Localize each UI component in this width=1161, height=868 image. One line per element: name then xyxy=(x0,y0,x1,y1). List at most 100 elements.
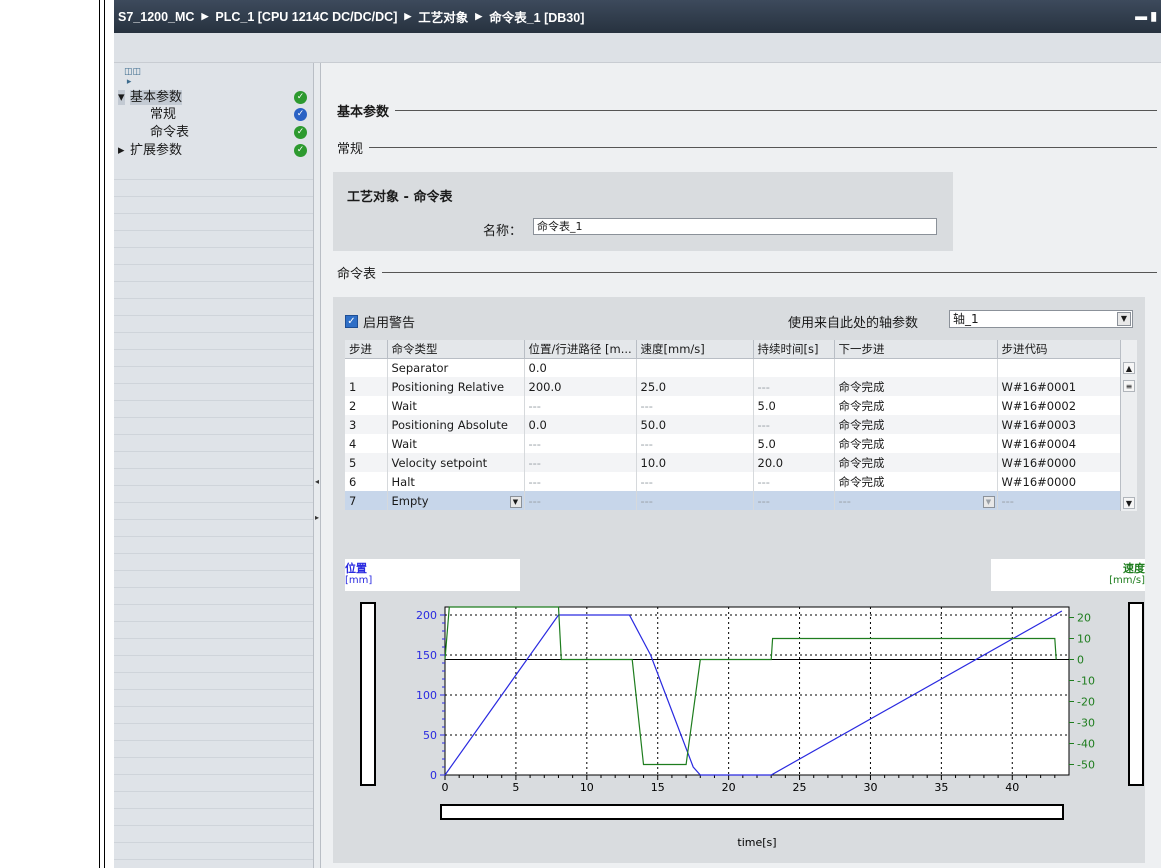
table-cell[interactable]: W#16#0004 xyxy=(997,434,1134,453)
table-cell[interactable]: W#16#0000 xyxy=(997,453,1134,472)
table-cell[interactable]: --- xyxy=(524,434,637,453)
name-input[interactable]: 命令表_1 xyxy=(533,218,937,235)
column-header[interactable]: 命令类型 xyxy=(387,340,525,359)
breadcrumb-project[interactable]: S7_1200_MC xyxy=(118,10,194,24)
table-row[interactable]: 1 Positioning Relative 200.0 25.0 --- 命令完成 W#1… xyxy=(345,377,1134,396)
table-cell[interactable]: 0.0 xyxy=(524,358,637,377)
table-cell[interactable]: --- xyxy=(636,396,754,415)
table-cell[interactable]: W#16#0001 xyxy=(997,377,1134,396)
nav-collapsed-icon[interactable]: ▸ xyxy=(118,143,125,158)
table-cell[interactable]: 命令完成 xyxy=(834,472,998,491)
enable-warning-checkbox[interactable]: ✓ 启用警告 xyxy=(345,312,415,331)
table-cell[interactable]: 5.0 xyxy=(753,396,835,415)
table-cell[interactable]: 10.0 xyxy=(636,453,754,472)
table-cell[interactable] xyxy=(834,358,998,377)
table-row[interactable]: 6 Halt --- --- --- 命令完成 W#16#0000 xyxy=(345,472,1134,491)
table-cell[interactable]: 5.0 xyxy=(753,434,835,453)
column-header[interactable]: 速度[mm/s] xyxy=(636,340,754,359)
table-row[interactable]: Separator 0.0 xyxy=(345,358,1134,377)
table-cell[interactable]: Empty ▼ xyxy=(387,491,525,510)
table-cell[interactable]: 25.0 xyxy=(636,377,754,396)
scroll-up-icon[interactable]: ▲ xyxy=(1123,362,1135,374)
table-cell[interactable]: 6 xyxy=(345,472,388,491)
table-cell[interactable]: 7 xyxy=(345,491,388,510)
column-header[interactable]: 步进 xyxy=(345,340,388,359)
chevron-down-icon[interactable]: ▼ xyxy=(982,495,995,508)
table-cell[interactable]: --- xyxy=(636,491,754,510)
table-cell[interactable]: W#16#0000 xyxy=(997,472,1134,491)
breadcrumb-plc[interactable]: PLC_1 [CPU 1214C DC/DC/DC] xyxy=(215,10,397,24)
table-cell[interactable]: 200.0 xyxy=(524,377,637,396)
status-ok-icon: ✓ xyxy=(294,91,307,104)
breadcrumb-techobj[interactable]: 工艺对象 xyxy=(418,7,468,26)
panel-splitter[interactable]: ◂ ▸ xyxy=(313,63,321,868)
expand-right-icon[interactable]: ▸ xyxy=(315,513,319,522)
nav-item-general[interactable]: 常规 ✓ xyxy=(114,107,313,122)
minimize-window-icon[interactable]: ▬ ▮ xyxy=(1135,9,1157,23)
table-cell[interactable]: --- ▼ xyxy=(834,491,998,510)
nav-expand-icon[interactable]: ▾ xyxy=(118,90,125,105)
table-cell[interactable]: Halt xyxy=(387,472,525,491)
table-cell[interactable]: Positioning Absolute xyxy=(387,415,525,434)
scroll-down-icon[interactable]: ▼ xyxy=(1123,497,1135,509)
table-cell[interactable]: --- xyxy=(636,434,754,453)
scroll-thumb-icon[interactable]: ≡ xyxy=(1123,380,1135,392)
table-cell[interactable] xyxy=(997,358,1134,377)
table-cell[interactable]: 0.0 xyxy=(524,415,637,434)
table-cell[interactable] xyxy=(753,358,835,377)
column-header[interactable]: 步进代码 xyxy=(997,340,1134,359)
checkbox-checked-icon[interactable]: ✓ xyxy=(345,315,358,328)
nav-item-extended-params[interactable]: ▸ 扩展参数 ✓ xyxy=(114,143,313,158)
table-cell[interactable]: --- xyxy=(524,491,637,510)
table-cell[interactable]: W#16#0002 xyxy=(997,396,1134,415)
y-right-tick-label: 10 xyxy=(1077,633,1091,646)
nav-item-basic-params[interactable]: ▾ 基本参数 ✓ xyxy=(114,90,313,105)
table-cell[interactable] xyxy=(636,358,754,377)
column-header[interactable]: 位置/行进路径 [m... xyxy=(524,340,637,359)
table-cell[interactable]: --- xyxy=(753,377,835,396)
table-cell[interactable]: 3 xyxy=(345,415,388,434)
column-header[interactable]: 持续时间[s] xyxy=(753,340,835,359)
table-cell[interactable] xyxy=(345,358,388,377)
table-cell[interactable]: W#16#0003 xyxy=(997,415,1134,434)
table-cell[interactable]: 命令完成 xyxy=(834,434,998,453)
table-cell[interactable]: 1 xyxy=(345,377,388,396)
chevron-down-icon[interactable]: ▼ xyxy=(1117,312,1131,326)
table-row[interactable]: 2 Wait --- --- 5.0 命令完成 W#16#0002 xyxy=(345,396,1134,415)
trend-chart: 位置 [mm] 速度 [mm/s] 0 5 10 15 20 25 30 35 40 0 50 100… xyxy=(345,559,1145,859)
table-cell[interactable]: 5 xyxy=(345,453,388,472)
table-cell[interactable]: 2 xyxy=(345,396,388,415)
network-view-icon[interactable]: ◫◫ ▸ xyxy=(124,67,141,87)
table-scrollbar[interactable]: ▲ ≡ ▼ xyxy=(1120,340,1137,511)
table-cell[interactable]: Separator xyxy=(387,358,525,377)
table-cell[interactable]: --- xyxy=(997,491,1134,510)
table-cell[interactable]: Positioning Relative xyxy=(387,377,525,396)
table-cell[interactable]: --- xyxy=(753,491,835,510)
table-row[interactable]: 5 Velocity setpoint --- 10.0 20.0 命令完成 W#16#00… xyxy=(345,453,1134,472)
table-cell[interactable]: Wait xyxy=(387,396,525,415)
table-row[interactable]: 3 Positioning Absolute 0.0 50.0 --- 命令完成 W#16#… xyxy=(345,415,1134,434)
table-cell[interactable]: --- xyxy=(636,472,754,491)
table-cell[interactable]: 20.0 xyxy=(753,453,835,472)
table-cell[interactable]: --- xyxy=(524,396,637,415)
table-cell[interactable]: --- xyxy=(753,415,835,434)
table-cell[interactable]: 4 xyxy=(345,434,388,453)
table-cell[interactable]: --- xyxy=(524,453,637,472)
column-header[interactable]: 下一步进 xyxy=(834,340,998,359)
axis-select[interactable]: 轴_1 ▼ xyxy=(949,310,1133,328)
breadcrumb-cmdtable[interactable]: 命令表_1 [DB30] xyxy=(489,7,584,26)
nav-item-command-table[interactable]: 命令表 ✓ xyxy=(114,125,313,140)
table-cell[interactable]: Wait xyxy=(387,434,525,453)
collapse-left-icon[interactable]: ◂ xyxy=(315,477,319,486)
table-cell[interactable]: 命令完成 xyxy=(834,453,998,472)
table-cell[interactable]: 命令完成 xyxy=(834,396,998,415)
table-cell[interactable]: 命令完成 xyxy=(834,415,998,434)
table-cell[interactable]: --- xyxy=(753,472,835,491)
chevron-down-icon[interactable]: ▼ xyxy=(509,495,522,508)
table-cell[interactable]: --- xyxy=(524,472,637,491)
table-row[interactable]: 7 Empty ▼ --- --- --- --- ▼ --- xyxy=(345,491,1134,510)
table-cell[interactable]: Velocity setpoint xyxy=(387,453,525,472)
table-cell[interactable]: 命令完成 xyxy=(834,377,998,396)
table-cell[interactable]: 50.0 xyxy=(636,415,754,434)
table-row[interactable]: 4 Wait --- --- 5.0 命令完成 W#16#0004 xyxy=(345,434,1134,453)
